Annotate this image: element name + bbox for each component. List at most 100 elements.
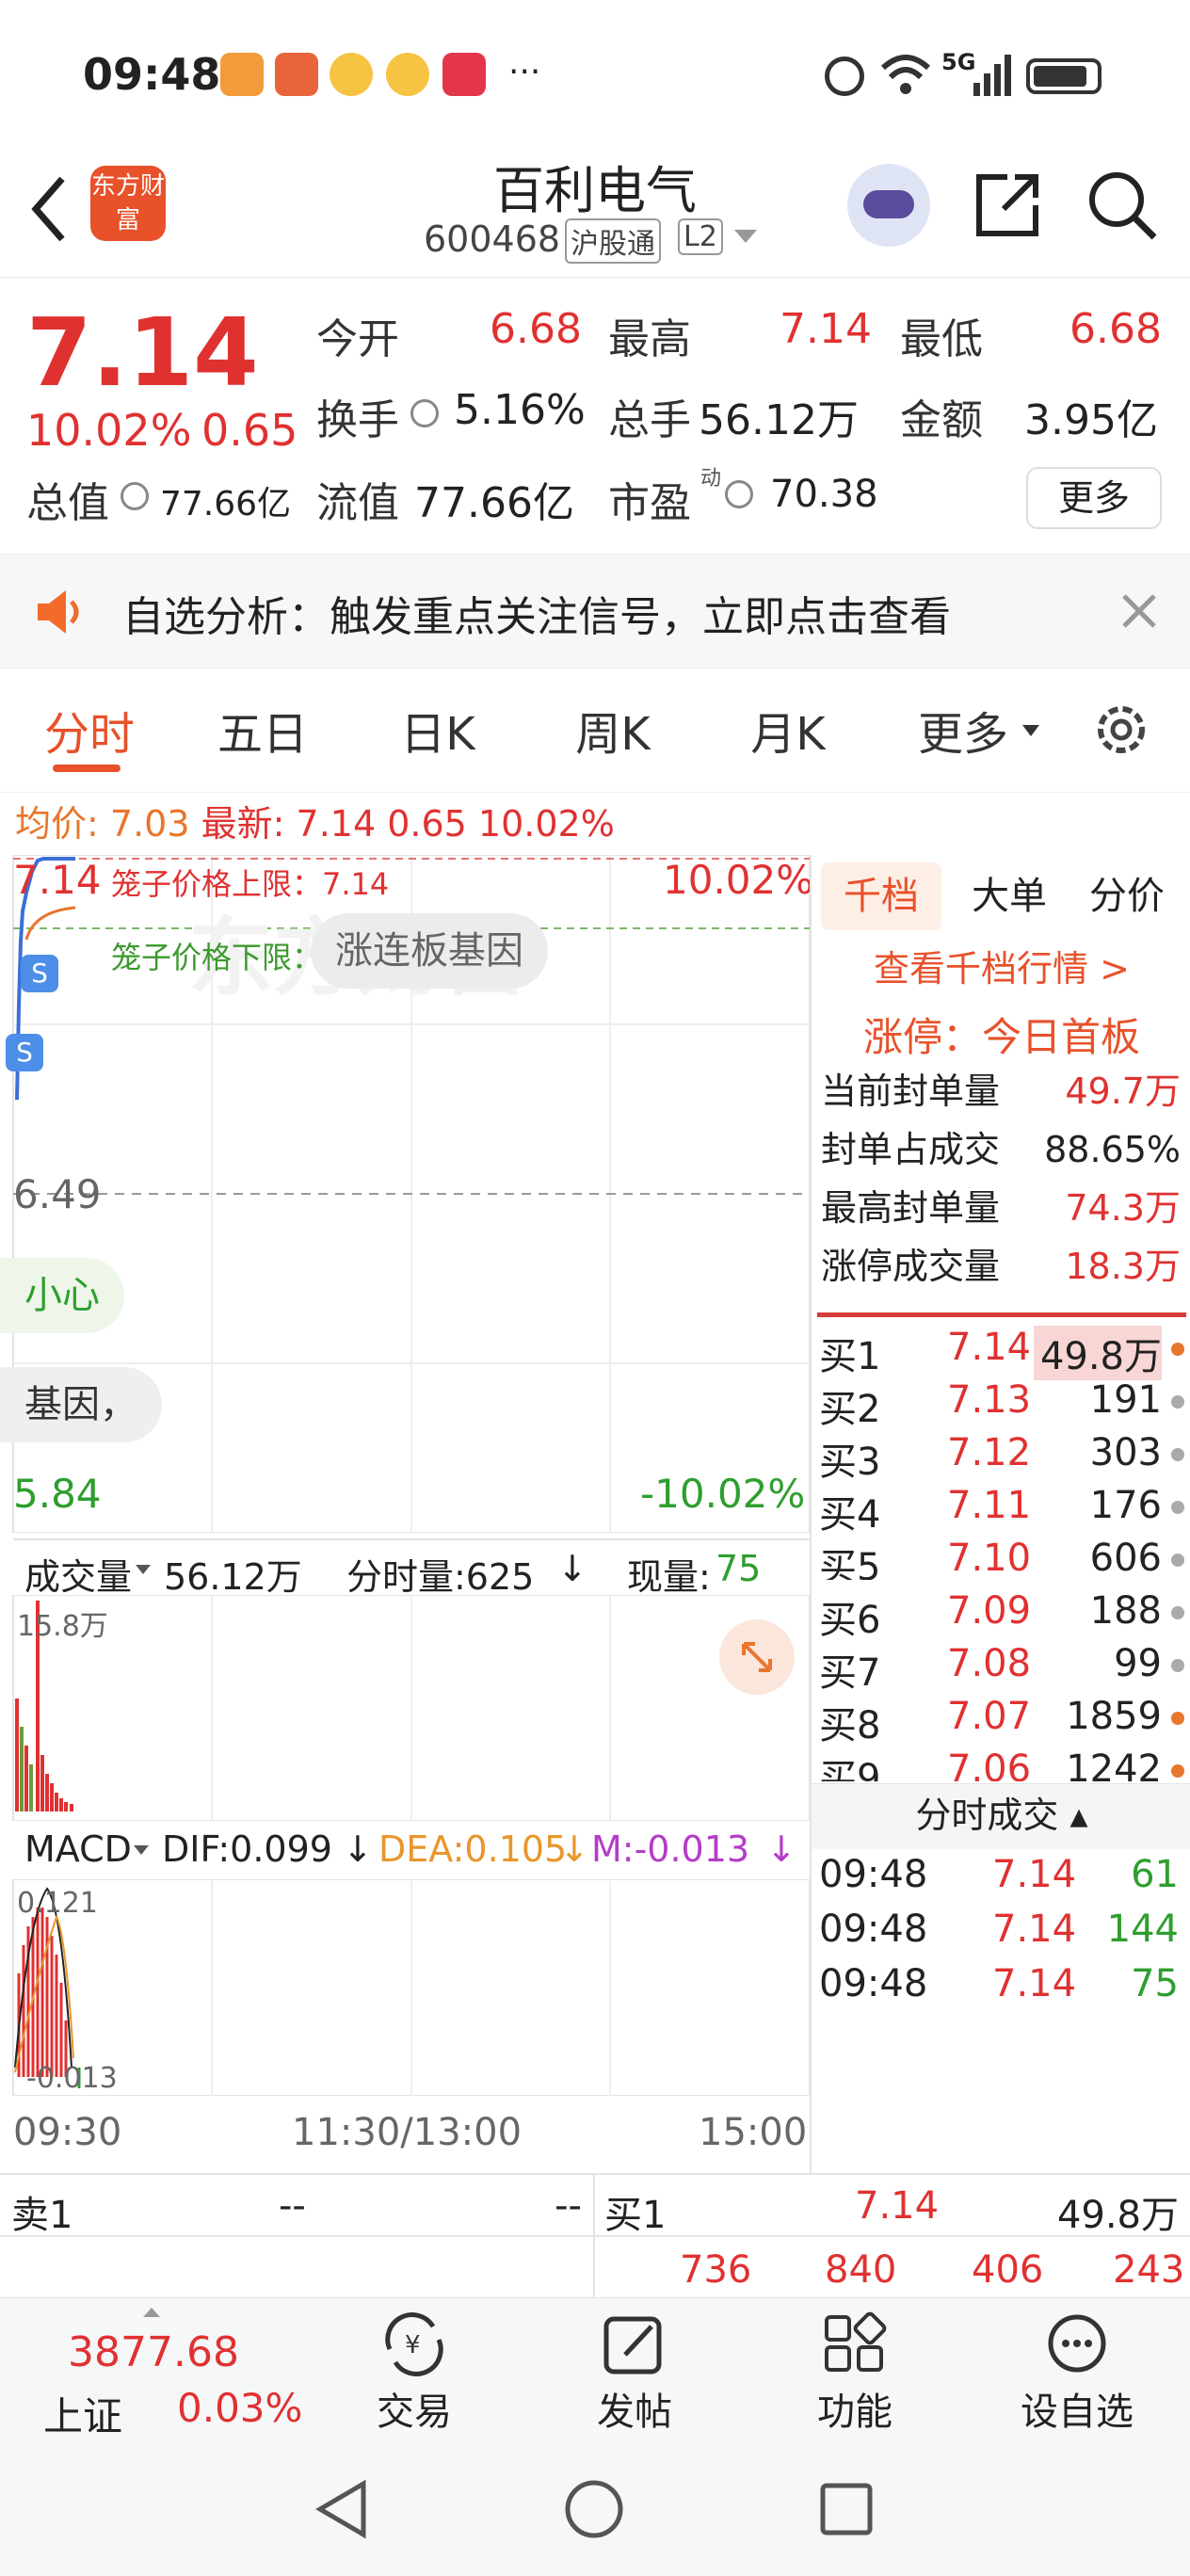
turnover-value: 5.16% [454,386,586,434]
wallet-notification-icon [275,53,318,96]
sell-label: 卖1 [11,2194,73,2237]
dropdown-icon[interactable] [734,230,757,243]
network-label: 5G [941,49,976,75]
quote-panel: 7.14 10.02% 0.65 今开 6.68 最高 7.14 最低 6.68… [0,279,1190,552]
trade-button[interactable]: ¥ 交易 [358,2311,471,2443]
order-dot [1171,1554,1184,1567]
order-row: 买3 7.12 303 [819,1431,1186,1484]
order-price: 7.12 [947,1431,1032,1474]
view-depth-link[interactable]: 查看千档行情 > [812,940,1190,991]
expand-icon[interactable] [719,1619,795,1695]
order-label: 买8 [819,1704,881,1747]
tab-monthly-k[interactable]: 月K [727,697,849,763]
info-icon[interactable] [121,482,149,510]
buy-level[interactable]: 买1 7.14 49.8万 [593,2175,1190,2237]
tab-large-orders[interactable]: 大单 [962,862,1056,930]
tab-more[interactable]: 更多 [909,697,1017,763]
now-volume-value: 75 [716,1548,762,1589]
nav-home-icon[interactable] [561,2476,627,2542]
limit-stats: 当前封单量 封单占成交 最高封单量 涨停成交量 [821,1062,1000,1296]
chevron-down-icon[interactable] [134,1845,149,1855]
xiaohongshu-icon [442,53,486,96]
streak-gene-pill[interactable]: 涨连板基因 [311,913,548,989]
function-button[interactable]: 功能 [798,2311,911,2443]
volume-header: 成交量 56.12万 分时量:625 ↓ 现量: 75 [13,1538,810,1598]
market-cap-label: 总值 [26,479,109,527]
buy-queue[interactable]: 736 840 406 243 [593,2237,1190,2299]
trade-price: 7.14 [992,1853,1077,1896]
limit-up-title: 涨停：今日首板 [862,1014,1140,1060]
macd-indicator-select[interactable]: MACD [24,1828,132,1870]
gear-icon[interactable] [1090,699,1152,761]
info-icon[interactable] [725,480,753,508]
add-watchlist-button[interactable]: 设自选 [1002,2311,1152,2443]
stat-row: 封单占成交 [821,1120,1000,1179]
axis-top-percent: 10.02% [663,857,814,903]
order-label: 买7 [819,1651,881,1695]
index-ticker[interactable]: 3877.68 上证 0.03% [38,2308,302,2439]
chevron-down-icon[interactable] [136,1565,151,1574]
search-icon[interactable] [1085,168,1160,243]
macd-chart[interactable] [0,1879,810,2096]
tab-intraday[interactable]: 分时 [28,697,151,763]
queue-order: 406 [972,2248,1044,2292]
index-name: 上证 [43,2393,123,2439]
tab-five-day[interactable]: 五日 [201,697,324,763]
more-button[interactable]: 更多 [1026,467,1162,529]
period-tabs: 分时 五日 日K 周K 月K 更多 [0,670,1190,793]
queue-order: 840 [825,2248,897,2292]
time-axis-mid: 11:30/13:00 [292,2111,523,2154]
sell-price: -- [279,2184,306,2228]
robot-assistant-icon[interactable] [847,164,930,247]
order-book[interactable]: 买1 7.14 49.8万 买2 7.13 191 买3 7.12 303 买4 7.11 17… [812,1326,1190,1580]
level-panel: 卖1 -- -- 买1 7.14 49.8万 736 840 406 243 [0,2173,1190,2299]
nav-recents-icon[interactable] [815,2478,877,2540]
nav-back-icon[interactable] [311,2476,373,2542]
order-dot [1171,1343,1184,1356]
info-icon[interactable] [410,399,439,427]
order-row: 买6 7.09 188 [819,1589,1186,1642]
index-value: 3877.68 [68,2328,239,2376]
axis-low-price: 5.84 [13,1471,102,1517]
macd-bottom-label: -0.013 [26,2062,118,2095]
volume-chart[interactable] [0,1595,810,1821]
tab-daily-k[interactable]: 日K [377,697,499,763]
signal-marker[interactable]: S [6,1034,43,1071]
post-label: 发帖 [597,2391,672,2434]
more-notifications-icon: ··· [508,53,541,91]
tab-weekly-k[interactable]: 周K [552,697,674,763]
trade-volume: 61 [1131,1853,1179,1896]
pe-label: 市盈 [608,479,691,527]
share-icon[interactable] [970,168,1045,243]
tab-order-depth[interactable]: 千档 [821,862,941,930]
amount-value: 3.95亿 [1024,396,1158,444]
sell-level[interactable]: 卖1 -- -- [0,2175,593,2237]
order-label: 买2 [819,1388,881,1431]
avg-price-bar: 均价: 7.03 最新: 7.14 0.65 10.02% [15,795,615,846]
order-label: 买3 [819,1441,881,1484]
gene-pill[interactable]: 基因， [0,1367,162,1442]
tab-price-distribution[interactable]: 分价 [1075,862,1179,930]
post-button[interactable]: 发帖 [578,2311,691,2443]
caution-pill[interactable]: 小心 [0,1258,124,1333]
order-row: 买2 7.13 191 [819,1378,1186,1431]
order-volume: 99 [1114,1642,1162,1685]
trade-time: 09:48 [819,1908,928,1951]
system-nav-bar [0,2448,1190,2576]
order-volume: 176 [1089,1484,1162,1527]
close-icon[interactable] [1120,592,1158,630]
signal-marker[interactable]: S [21,955,58,992]
volume-indicator-select[interactable]: 成交量 [24,1548,132,1600]
stat-label: 封单占成交 [821,1129,1001,1170]
order-book-lower[interactable]: 买6 7.09 188 买7 7.08 99 买8 7.07 1859 买9 7.06 1242… [812,1589,1190,1862]
order-dot [1171,1501,1184,1514]
trade-row: 09:48 7.14 61 [819,1853,1186,1908]
trade-label: 交易 [377,2391,452,2434]
stat-value: 74.3万 [1065,1187,1181,1229]
macd-dif: DIF:0.099 [162,1828,332,1870]
order-dot [1171,1606,1184,1619]
trades-header[interactable]: 分时成交 ▴ [812,1783,1190,1849]
l2-tag: L2 [678,218,723,255]
analysis-banner[interactable]: 自选分析：触发重点关注信号，立即点击查看 [0,554,1190,668]
high-label: 最高 [608,315,691,363]
